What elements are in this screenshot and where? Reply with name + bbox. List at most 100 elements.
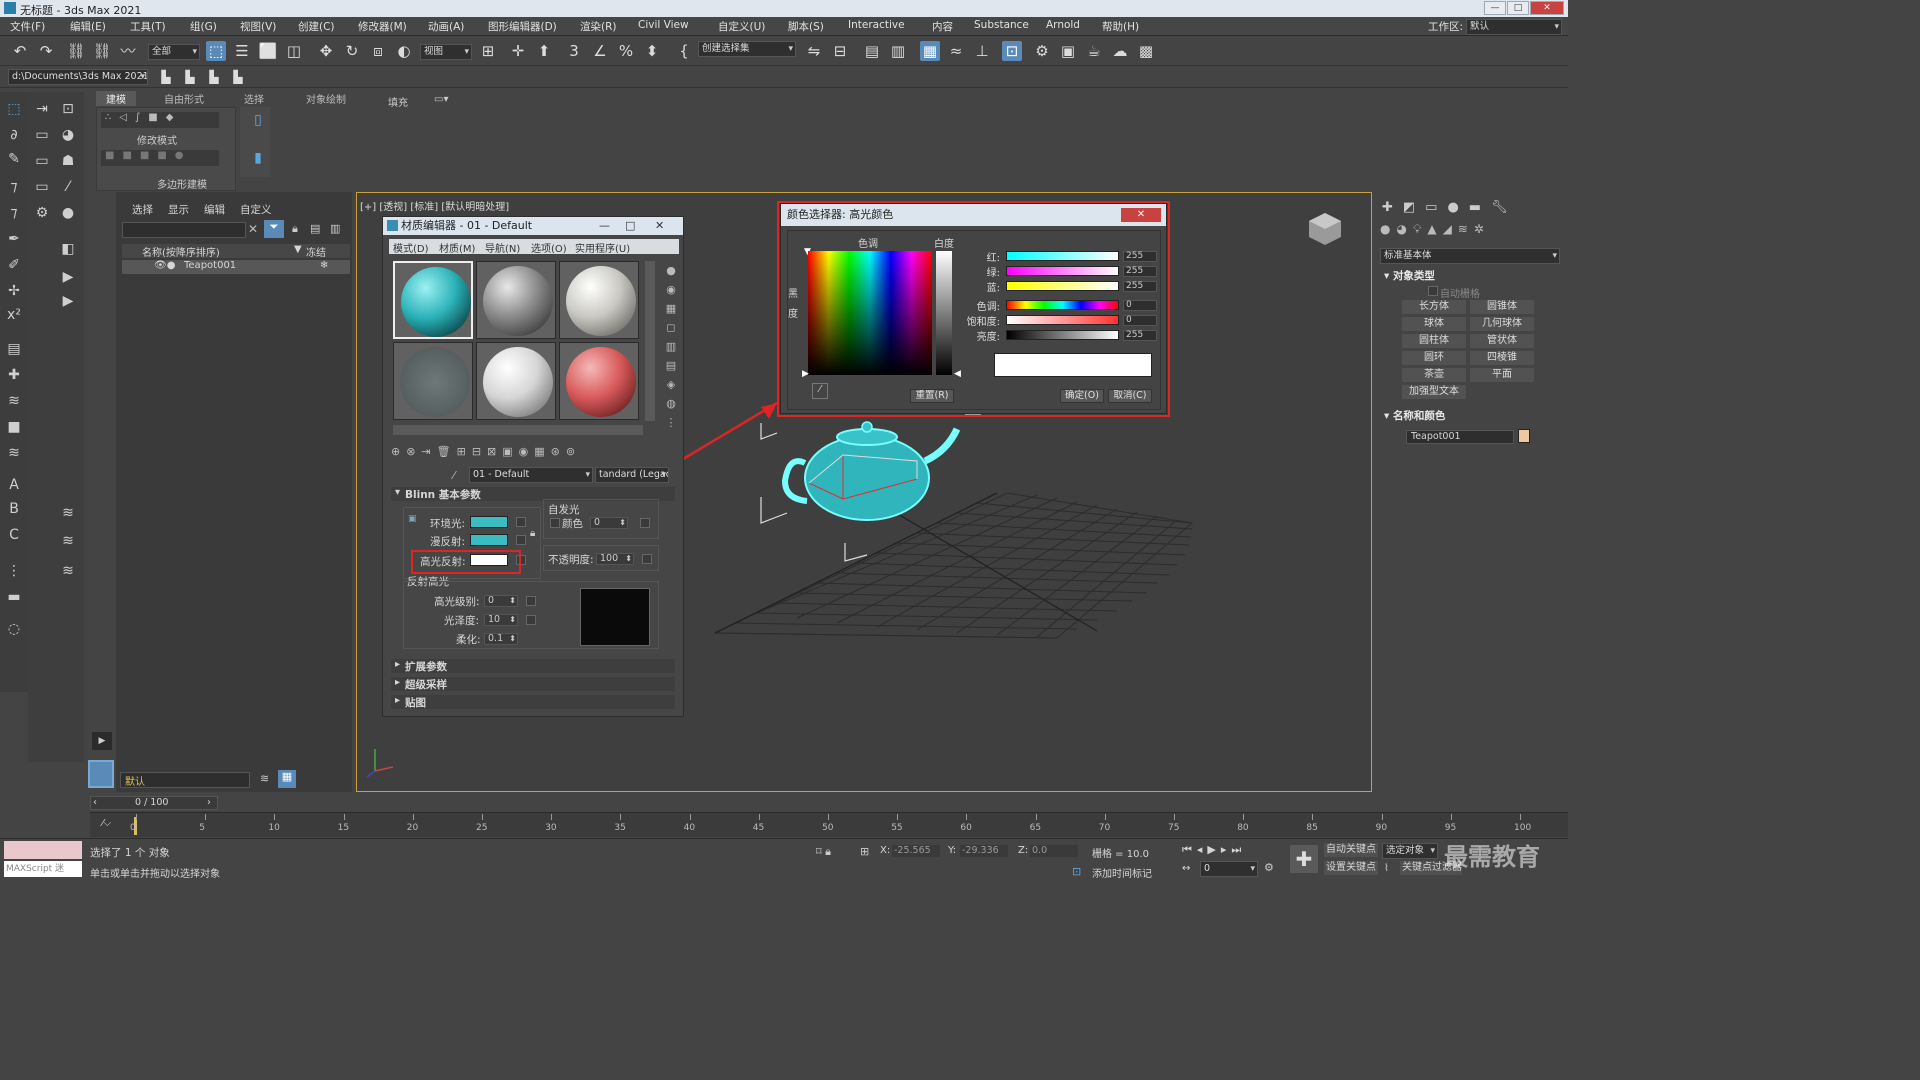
filter-icon[interactable]: ⏷ [264,220,284,238]
sphere-button[interactable]: 球体 [1402,317,1466,331]
add-time-tag-label[interactable]: 添加时间标记 [1092,865,1152,880]
slot-hscrollbar[interactable] [393,425,643,435]
green-slider[interactable] [1006,266,1119,276]
sample-slot-6[interactable] [559,342,639,420]
slot-vscrollbar[interactable] [645,261,655,421]
gloss-spinner[interactable]: 10 [484,614,518,626]
red-slider[interactable] [1006,251,1119,261]
clear-search-icon[interactable]: ✕ [248,222,258,236]
maxscript-listener[interactable] [4,841,82,859]
ok-button[interactable]: 确定(O) [1060,389,1104,403]
minimize-button[interactable]: — [1484,1,1506,15]
absolute-mode-icon[interactable]: ⊞ [860,845,869,858]
prev-frame-icon[interactable]: ‹ [93,797,97,808]
green-value[interactable]: 255 [1123,266,1157,277]
teapot-mesh[interactable] [781,421,961,521]
key-mode-icon[interactable]: ↔ [1182,863,1190,874]
text-c-icon[interactable]: C [4,526,24,544]
diffuse-color-swatch[interactable] [470,534,508,546]
ambient-lock-icon[interactable]: ▣ [408,514,417,524]
project-create-icon[interactable]: ▙ [228,67,248,87]
unlink-tool-icon[interactable]: ⁊ [4,204,24,222]
layer-explorer-icon[interactable]: ▤ [862,41,882,61]
ribbon-options-icon[interactable]: ▭▾ [434,94,448,105]
redo-icon[interactable]: ↷ [36,41,56,61]
explorer-tab-customize[interactable]: 自定义 [240,202,272,217]
ribbon-poly-label[interactable]: 多边形建模 [157,176,207,191]
mat-minimize-button[interactable]: — [599,217,610,235]
layer-dropdown[interactable]: 默认 [120,772,250,788]
time-slider[interactable]: ‹ 0 / 100 › [90,796,218,810]
gloss-map-button[interactable] [526,615,536,625]
viewport-label[interactable]: [+] [透视] [标准] [默认明暗处理] [360,198,509,213]
torus-button[interactable]: 圆环 [1402,351,1466,365]
rect-icon[interactable]: ■ [4,418,24,436]
hue-slider[interactable] [1006,300,1119,310]
explorer-tab-select[interactable]: 选择 [132,202,153,217]
saturation-value[interactable]: 0 [1123,315,1157,326]
set-key-button[interactable]: 设置关键点 [1324,861,1378,875]
current-frame-field[interactable]: 0 [1200,861,1258,877]
mat-menu-utilities[interactable]: 实用程序(U) [575,240,630,255]
menu-substance[interactable]: Substance [974,19,1029,31]
object-category-dropdown[interactable]: 标准基本体 [1380,248,1560,264]
bind-spacewarp-icon[interactable]: 〰 [118,41,138,61]
value-slider[interactable] [1006,330,1119,340]
next-frame-icon[interactable]: › [207,797,211,808]
menu-customize[interactable]: 自定义(U) [718,19,765,34]
time-tag-icon[interactable]: ⊡ [1072,865,1081,878]
timeline-track[interactable]: ⁄⌵ 0 5 10 15 20 25 30 35 40 45 50 55 60 65 70 75 80 85 90 9… [90,812,1568,837]
spec-level-map-button[interactable] [526,596,536,606]
teapot-button[interactable]: 茶壶 [1402,368,1466,382]
angle-snap-icon[interactable]: ∠ [590,41,610,61]
key-filter-icon[interactable]: ⌇ [1384,863,1389,874]
text-a-icon[interactable]: A [4,476,24,494]
project-open-icon[interactable]: ▙ [180,67,200,87]
hue-value[interactable]: 0 [1123,300,1157,311]
named-selection-icon[interactable]: { [674,41,694,61]
lasso-icon[interactable]: ∂ [4,126,24,144]
stack-icon[interactable]: ▤ [4,340,24,358]
plane-button[interactable]: 平面 [1470,368,1534,382]
menu-content[interactable]: 内容 [932,19,953,34]
percent-snap-icon[interactable]: % [616,41,636,61]
menu-civil-view[interactable]: Civil View [638,19,689,31]
grid-tool-icon[interactable]: ☗ [58,152,78,170]
name-color-header[interactable]: ▾ 名称和颜色 [1384,408,1445,423]
y-coordinate-field[interactable]: -29.336 [960,845,1008,857]
a360-gallery-icon[interactable]: ▩ [1136,41,1156,61]
xform-icon[interactable]: x² [4,306,24,324]
render-setup-icon[interactable]: ⚙ [1032,41,1052,61]
opacity-spinner[interactable]: 100 [596,553,634,565]
dotted-circle-icon[interactable]: ◌ [4,620,24,638]
viewport-layout-icon[interactable] [88,760,114,788]
material-type-button[interactable]: tandard (Legacy [595,467,669,483]
ribbon-subobject-row[interactable]: ∴◁∫■◆ [101,112,219,128]
whiteness-marker-icon[interactable]: ◀ [954,369,961,379]
blue-value[interactable]: 255 [1123,281,1157,292]
film-tool-icon[interactable]: ▶ [58,292,78,310]
brush-icon[interactable]: ⁄ [58,178,78,196]
link-tool-icon[interactable]: ⁊ [4,178,24,196]
project-save-icon[interactable]: ▙ [204,67,224,87]
scale-icon[interactable]: ⧈ [368,41,388,61]
pivot-icon[interactable]: ⊞ [478,41,498,61]
pencil-icon[interactable]: ✐ [4,256,24,274]
mat-menu-material[interactable]: 材质(M) [439,240,475,255]
x-coordinate-field[interactable]: -25.565 [892,845,940,857]
slot-side-tools[interactable]: ● ◉ ▦ ◻ ▥ ▤ ◈ ◍ ⋮ [661,261,681,431]
window-crossing-icon[interactable]: ◫ [284,41,304,61]
reference-coord-dropdown[interactable]: 视图 [420,44,472,60]
column-frozen-header[interactable]: 冻结 [306,244,326,259]
eyedropper-button[interactable]: ⁄ [812,383,828,399]
stack2-icon[interactable]: ≋ [58,562,78,580]
workspace-dropdown[interactable]: 默认 [1466,19,1562,35]
object-color-swatch[interactable] [1518,429,1530,443]
project-path-dropdown[interactable]: d:\Documents\3ds Max 2021 [8,69,148,85]
explorer-tab-edit[interactable]: 编辑 [204,202,225,217]
eyedropper-icon[interactable]: ⁄ [453,469,455,482]
lock-icon[interactable]: 🔒︎ [292,222,298,236]
ruler-icon[interactable]: ▬ [4,588,24,606]
schematic-view-icon[interactable]: ⊥ [972,41,992,61]
ribbon-tab-populate[interactable]: 填充 [388,94,408,109]
